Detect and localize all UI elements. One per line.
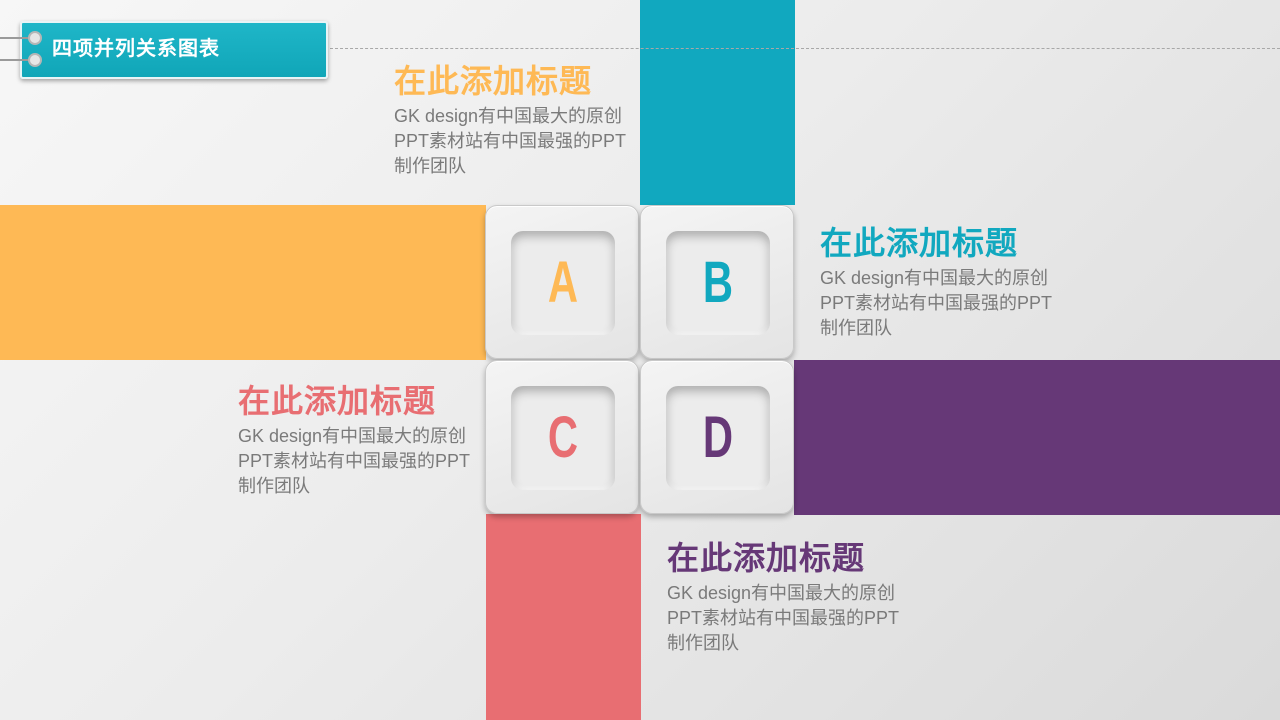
block-a-title: 在此添加标题 — [394, 63, 593, 99]
binder-ring-icon — [28, 31, 42, 45]
tile-d-well: D — [666, 386, 770, 490]
binder-ring-icon — [28, 53, 42, 67]
red-band — [486, 514, 641, 720]
text-block-b: 在此添加标题 GK design有中国最大的原创PPT素材站有中国最强的PPT制… — [820, 223, 1060, 341]
teal-band — [640, 0, 795, 205]
tile-a: A — [485, 205, 639, 359]
block-a-desc: GK design有中国最大的原创PPT素材站有中国最强的PPT制作团队 — [394, 106, 627, 176]
tile-c-letter: C — [547, 405, 579, 470]
tile-a-letter: A — [547, 250, 579, 315]
text-block-d: 在此添加标题 GK design有中国最大的原创PPT素材站有中国最强的PPT制… — [667, 538, 907, 656]
block-c-desc: GK design有中国最大的原创PPT素材站有中国最强的PPT制作团队 — [238, 426, 471, 496]
block-d-desc: GK design有中国最大的原创PPT素材站有中国最强的PPT制作团队 — [667, 583, 900, 653]
page-title: 四项并列关系图表 — [52, 38, 220, 60]
orange-band — [0, 205, 486, 360]
block-b-desc: GK design有中国最大的原创PPT素材站有中国最强的PPT制作团队 — [820, 268, 1053, 338]
block-c-title: 在此添加标题 — [238, 383, 437, 419]
text-block-a: 在此添加标题 GK design有中国最大的原创PPT素材站有中国最强的PPT制… — [394, 61, 634, 179]
purple-band — [794, 360, 1280, 515]
tile-c-well: C — [511, 386, 615, 490]
header-divider — [330, 48, 1280, 49]
tile-b-well: B — [666, 231, 770, 335]
block-b-title: 在此添加标题 — [820, 225, 1019, 261]
block-d-title: 在此添加标题 — [667, 540, 866, 576]
tile-d-letter: D — [702, 405, 734, 470]
tile-c: C — [485, 360, 639, 514]
tile-b-letter: B — [702, 250, 734, 315]
text-block-c: 在此添加标题 GK design有中国最大的原创PPT素材站有中国最强的PPT制… — [238, 381, 478, 499]
tile-d: D — [640, 360, 794, 514]
tile-b: B — [640, 205, 794, 359]
tile-a-well: A — [511, 231, 615, 335]
